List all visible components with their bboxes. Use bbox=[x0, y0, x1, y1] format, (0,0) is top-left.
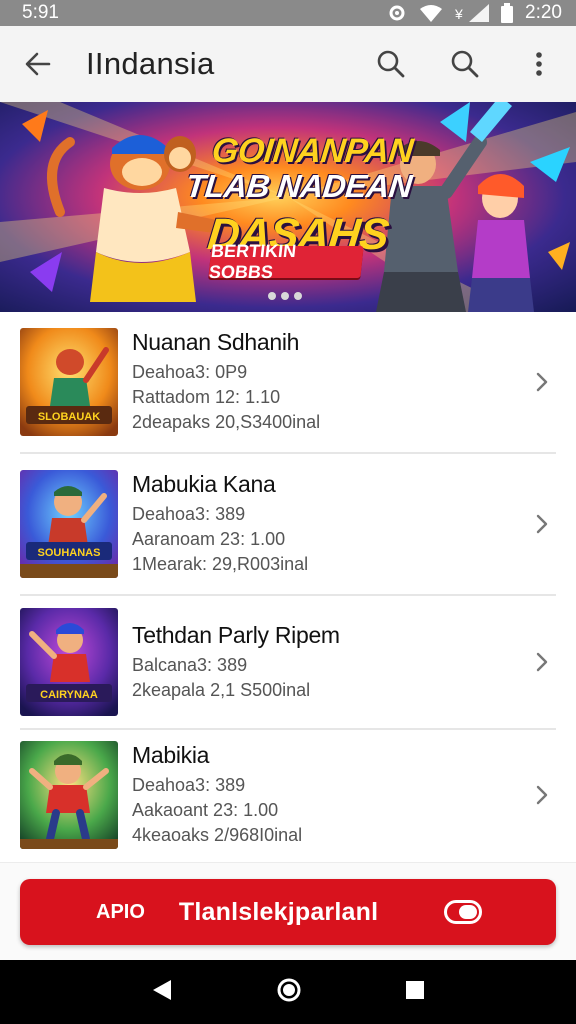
game-meta-line: 2keapala 2,1 S500inal bbox=[132, 679, 311, 700]
game-meta-line: 1Mearak: 29,R003inal bbox=[132, 554, 309, 574]
search-button[interactable] bbox=[354, 26, 428, 102]
list-item[interactable]: Mabikia Deahoa3: 389 Aakaoant 23: 1.00 4… bbox=[20, 730, 556, 860]
game-name: Tethdan Parly Ripem bbox=[132, 621, 340, 648]
system-nav-bar bbox=[0, 960, 576, 1024]
nav-back-button[interactable] bbox=[151, 978, 173, 1007]
bottom-action-bar: APIO Tlanlslekjparlanl bbox=[0, 862, 576, 960]
back-button[interactable] bbox=[0, 26, 76, 102]
cta-left-label: APIO bbox=[96, 900, 145, 923]
game-meta-line: Deahoa3: 389 bbox=[132, 775, 246, 795]
search-icon bbox=[377, 50, 405, 78]
game-meta-line: Aaranoam 23: 1.00 bbox=[132, 529, 286, 549]
game-info: Mabikia Deahoa3: 389 Aakaoant 23: 1.00 4… bbox=[132, 742, 528, 848]
app-bar: IIndansia bbox=[0, 26, 576, 102]
game-list: SLOBAUAK Nuanan Sdhanih Deahoa3: 0P9 Rat… bbox=[0, 312, 576, 860]
game-meta-line: Deahoa3: 389 bbox=[132, 504, 246, 524]
game-meta-line: Balcana3: 389 bbox=[132, 654, 248, 675]
banner-tag: BERTIKIN SOBBS bbox=[208, 241, 364, 282]
list-item[interactable]: SLOBAUAK Nuanan Sdhanih Deahoa3: 0P9 Rat… bbox=[20, 312, 556, 454]
thumbnail-title: SLOBAUAK bbox=[38, 411, 100, 423]
promo-banner[interactable]: GOINANPAN TLAB NADEAN DASAHS BERTIKIN SO… bbox=[0, 102, 576, 312]
game-name: Nuanan Sdhanih bbox=[132, 329, 300, 355]
chevron-right-icon bbox=[528, 784, 556, 806]
status-time: 5:91 bbox=[22, 2, 59, 23]
carousel-dot[interactable] bbox=[268, 292, 276, 300]
battery-icon bbox=[501, 3, 514, 23]
list-item[interactable]: CAIRYNAA Tethdan Parly Ripem Balcana3: 3… bbox=[20, 596, 556, 730]
game-name: Mabukia Kana bbox=[132, 471, 276, 497]
chevron-right-icon bbox=[528, 513, 556, 535]
nav-home-button[interactable] bbox=[276, 977, 302, 1008]
thumbnail-title: CAIRYNAA bbox=[40, 689, 98, 701]
game-meta-line: 2deapaks 20,S3400inal bbox=[132, 412, 321, 432]
settings-icon bbox=[387, 3, 407, 23]
cta-left-group: APIO bbox=[96, 901, 145, 924]
chevron-right-icon bbox=[528, 651, 556, 673]
back-arrow-icon bbox=[25, 52, 51, 76]
game-thumbnail: CAIRYNAA bbox=[20, 608, 118, 716]
carousel-dot[interactable] bbox=[294, 292, 302, 300]
chevron-right-icon bbox=[528, 371, 556, 393]
search-button-secondary[interactable] bbox=[428, 26, 502, 102]
cta-label: Tlanlslekjparlanl bbox=[178, 897, 379, 926]
banner-headline-2: TLAB NADEAN bbox=[184, 168, 414, 204]
game-thumbnail bbox=[20, 741, 118, 849]
status-icons: ¥ 2:20 bbox=[387, 2, 562, 24]
wifi-icon bbox=[419, 4, 443, 22]
carousel-dot[interactable] bbox=[281, 292, 289, 300]
game-meta-line: 4keaoaks 2/968I0inal bbox=[132, 825, 303, 845]
game-info: Nuanan Sdhanih Deahoa3: 0P9 Rattadom 12:… bbox=[132, 329, 528, 435]
game-meta-line: Deahoa3: 0P9 bbox=[132, 362, 248, 382]
recents-square-icon bbox=[405, 980, 424, 999]
svg-text:¥: ¥ bbox=[455, 6, 463, 22]
status-bar: 5:91 ¥ 2:20 bbox=[0, 0, 576, 26]
home-circle-icon bbox=[277, 978, 301, 1001]
banner-headline-1: GOINANPAN bbox=[210, 132, 415, 170]
more-options-button[interactable] bbox=[502, 26, 576, 102]
list-item[interactable]: SOUHANAS Mabukia Kana Deahoa3: 389 Aaran… bbox=[20, 454, 556, 596]
thumbnail-title: SOUHANAS bbox=[38, 547, 101, 559]
signal-icon: ¥ bbox=[455, 4, 490, 22]
game-meta-line: Rattadom 12: 1.10 bbox=[132, 387, 281, 407]
game-thumbnail: SLOBAUAK bbox=[20, 328, 118, 436]
game-info: Mabukia Kana Deahoa3: 389 Aaranoam 23: 1… bbox=[132, 471, 528, 577]
status-clock: 2:20 bbox=[525, 2, 562, 23]
primary-action-button[interactable]: APIO Tlanlslekjparlanl bbox=[20, 879, 556, 945]
game-thumbnail: SOUHANAS bbox=[20, 470, 118, 578]
more-vert-icon bbox=[536, 52, 542, 76]
game-info: Tethdan Parly Ripem Balcana3: 389 2keapa… bbox=[132, 622, 528, 703]
page-title: IIndansia bbox=[86, 46, 215, 81]
game-name: Mabikia bbox=[132, 742, 210, 768]
game-meta-line: Aakaoant 23: 1.00 bbox=[132, 800, 279, 820]
back-triangle-icon bbox=[153, 979, 172, 1000]
carousel-indicator bbox=[268, 292, 302, 300]
nav-recents-button[interactable] bbox=[405, 980, 425, 1005]
search-icon bbox=[451, 50, 479, 78]
toggle-icon[interactable] bbox=[444, 900, 482, 924]
